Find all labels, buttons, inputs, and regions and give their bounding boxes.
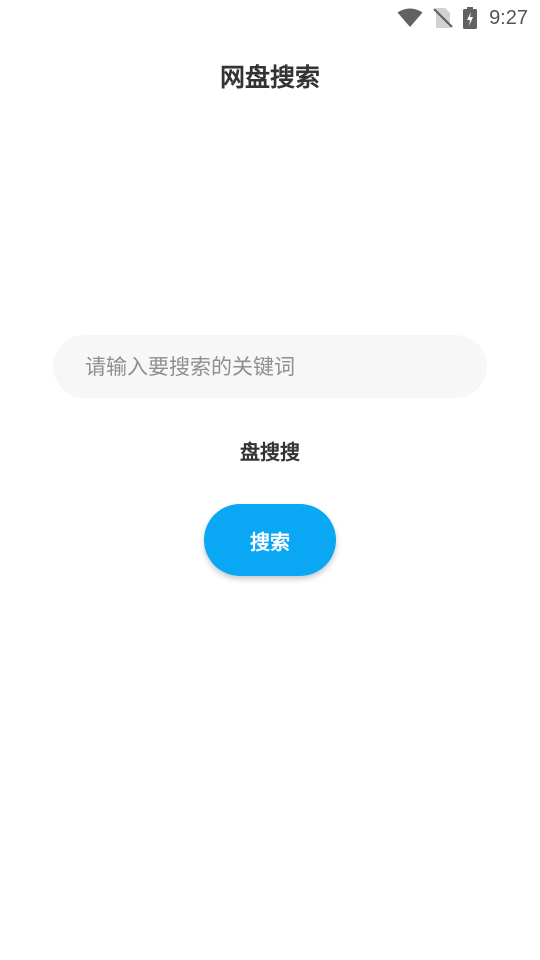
status-time: 9:27 <box>489 7 528 29</box>
search-engine-label: 盘搜搜 <box>240 440 300 464</box>
battery-charging-icon <box>463 7 478 29</box>
status-bar: 9:27 <box>0 0 540 36</box>
search-input[interactable] <box>83 353 457 380</box>
app-screen: 9:27 网盘搜索 盘搜搜 搜索 <box>0 0 540 960</box>
search-button[interactable]: 搜索 <box>204 504 336 576</box>
wifi-icon <box>397 8 423 28</box>
page-title: 网盘搜索 <box>219 63 320 92</box>
search-box[interactable] <box>53 335 487 398</box>
no-sim-icon <box>433 7 453 29</box>
status-icons: 9:27 <box>397 5 528 31</box>
